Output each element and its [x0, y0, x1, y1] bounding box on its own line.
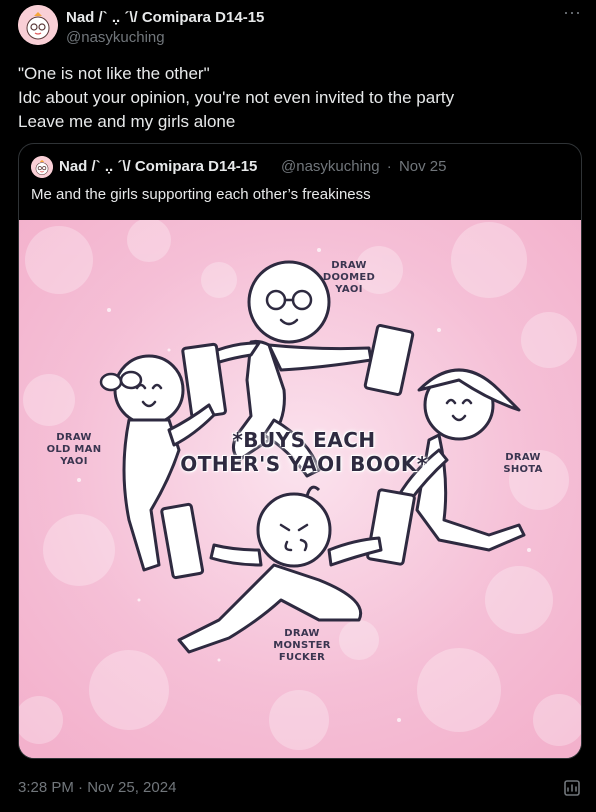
- label-line: OLD MAN: [46, 444, 102, 455]
- quoted-header: Nad /` .̣. ´\/ Comipara D14-15 @nasykuch…: [31, 156, 571, 178]
- quoted-tweet[interactable]: Nad /` .̣. ´\/ Comipara D14-15 @nasykuch…: [18, 143, 582, 759]
- tweet-header: Nad /` .̣. ´\/ Comipara D14-15 @nasykuch…: [18, 3, 582, 49]
- label-line: FUCKER: [278, 652, 326, 663]
- label-line: YAOI: [60, 456, 88, 467]
- label-shota: DRAW SHOTA: [497, 452, 549, 476]
- label-line: DRAW: [505, 452, 541, 463]
- quoted-date: Nov 25: [398, 158, 447, 175]
- tweet-text: "One is not like the other" Idc about yo…: [18, 62, 578, 134]
- quoted-meta: @nasykuching · Nov 25: [281, 158, 450, 175]
- label-line: MONSTER: [273, 640, 331, 651]
- tweet-line: Leave me and my girls alone: [18, 112, 236, 131]
- label-line: DRAW: [331, 260, 367, 271]
- tweet-line: Idc about your opinion, you're not even …: [18, 88, 455, 107]
- quoted-author-name: Nad /` .̣. ´\/ Comipara D14-15: [59, 158, 258, 175]
- label-line: DRAW: [56, 432, 92, 443]
- label-monster-fucker: DRAW MONSTER FUCKER: [267, 628, 337, 664]
- quoted-image[interactable]: DRAW DOOMED YAOI DRAW OLD MAN YAOI DRAW …: [19, 220, 581, 758]
- label-line: DOOMED: [322, 272, 376, 283]
- tweet-line: "One is not like the other": [18, 64, 210, 83]
- label-doomed-yaoi: DRAW DOOMED YAOI: [319, 260, 379, 296]
- caption-line: OTHER'S YAOI BOOK*: [180, 452, 428, 476]
- quoted-avatar: [31, 156, 53, 178]
- label-old-man-yaoi: DRAW OLD MAN YAOI: [41, 432, 107, 468]
- author-name[interactable]: Nad /` .̣. ´\/ Comipara D14-15: [66, 9, 264, 26]
- label-line: YAOI: [335, 284, 363, 295]
- tweet-timestamp[interactable]: 3:28 PM · Nov 25, 2024: [18, 779, 176, 796]
- caption-line: *BUYS EACH: [232, 428, 376, 452]
- more-dots-icon[interactable]: ···: [562, 3, 582, 25]
- label-line: SHOTA: [503, 464, 543, 475]
- illustration-caption: *BUYS EACH OTHER'S YAOI BOOK*: [159, 428, 449, 476]
- quoted-text: Me and the girls supporting each other’s…: [31, 186, 371, 203]
- views-icon[interactable]: [562, 778, 582, 798]
- meta-separator: ·: [386, 158, 392, 175]
- quoted-handle: @nasykuching: [281, 158, 380, 175]
- author-avatar[interactable]: [18, 5, 58, 45]
- author-handle[interactable]: @nasykuching: [66, 29, 165, 46]
- illustration: [19, 220, 581, 758]
- label-line: DRAW: [284, 628, 320, 639]
